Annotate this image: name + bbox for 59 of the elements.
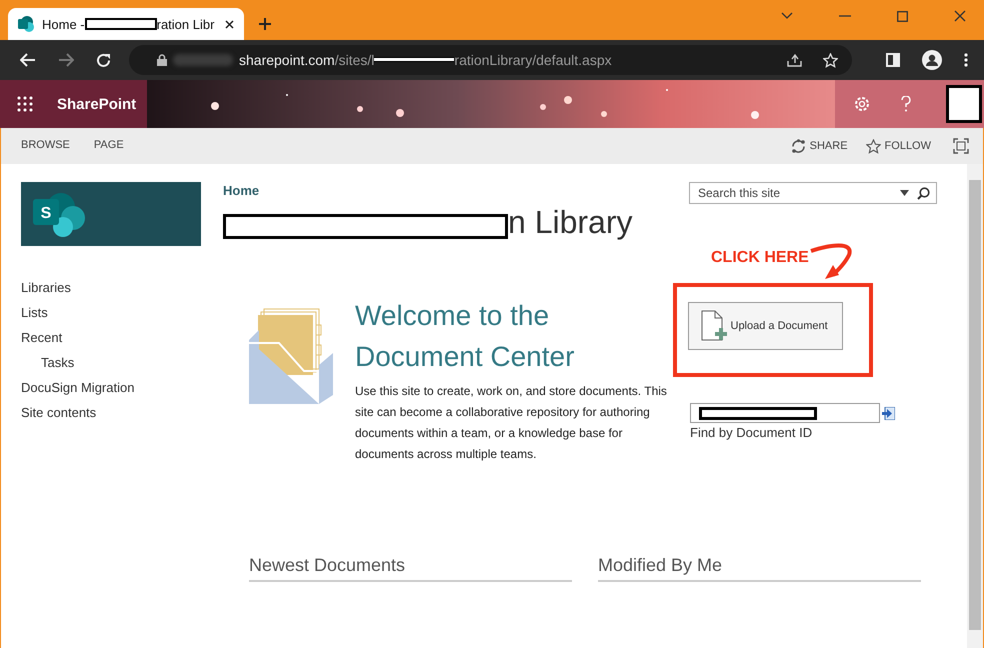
close-icon[interactable] bbox=[225, 20, 234, 28]
search-icon[interactable] bbox=[917, 186, 930, 200]
share-icon[interactable] bbox=[787, 53, 803, 67]
document-id-field[interactable] bbox=[690, 403, 880, 423]
site-logo[interactable]: S bbox=[21, 182, 201, 246]
tab-title: Home - bbox=[42, 16, 85, 32]
search-field[interactable]: Search this site bbox=[689, 182, 937, 204]
app-name[interactable]: SharePoint bbox=[57, 96, 136, 112]
blurred-text bbox=[173, 54, 233, 66]
address-bar[interactable]: sharepoint.com/sites/l rationLibrary/default.aspx bbox=[129, 45, 852, 75]
sharepoint-icon bbox=[18, 16, 34, 32]
dropdown-icon[interactable] bbox=[900, 190, 909, 196]
lock-icon bbox=[157, 54, 167, 66]
settings-icon[interactable] bbox=[853, 95, 871, 113]
nav-link[interactable]: Tasks bbox=[21, 355, 221, 370]
field-label: Find by Document ID bbox=[690, 425, 814, 440]
go-icon[interactable] bbox=[882, 406, 895, 420]
nav-link[interactable]: DocuSign Migration bbox=[21, 380, 221, 395]
breadcrumb-link[interactable]: Home bbox=[223, 183, 260, 198]
section-heading: Newest Documents bbox=[249, 555, 572, 582]
tab-title: ration Libr bbox=[156, 16, 214, 32]
url-text: /sites/l bbox=[334, 52, 374, 68]
site-title: n Library bbox=[508, 204, 632, 241]
help-icon[interactable] bbox=[901, 96, 911, 112]
nav-link[interactable]: Libraries bbox=[21, 280, 221, 295]
focus-icon[interactable] bbox=[953, 138, 969, 154]
url-text: rationLibrary/default.aspx bbox=[454, 52, 612, 68]
side-panel-icon[interactable] bbox=[886, 53, 900, 67]
browser-tab[interactable]: Home - ration Libr bbox=[8, 8, 244, 40]
profile-icon[interactable] bbox=[922, 50, 942, 70]
app-launcher-icon[interactable] bbox=[17, 96, 33, 112]
back-icon[interactable] bbox=[20, 53, 36, 67]
reload-icon[interactable] bbox=[96, 52, 111, 68]
url-text: sharepoint.com bbox=[239, 52, 335, 68]
star-icon bbox=[866, 138, 881, 154]
ribbon-tab[interactable]: BROWSE bbox=[21, 135, 70, 157]
ribbon-tab[interactable]: PAGE bbox=[94, 135, 124, 157]
scroll-thumb[interactable] bbox=[969, 180, 981, 630]
document-add-icon bbox=[700, 310, 726, 342]
sync-icon bbox=[790, 138, 806, 154]
menu-icon[interactable] bbox=[964, 53, 968, 67]
forward-icon[interactable] bbox=[58, 53, 74, 67]
star-icon[interactable] bbox=[823, 52, 838, 68]
nav-link[interactable]: Recent bbox=[21, 330, 221, 345]
annotation-label: CLICK HERE bbox=[711, 249, 809, 267]
upload-button[interactable]: Upload a Document bbox=[688, 302, 842, 350]
section-heading: Modified By Me bbox=[598, 555, 921, 582]
avatar[interactable] bbox=[946, 85, 982, 123]
welcome-heading: Welcome to the Document Center bbox=[355, 299, 576, 374]
new-tab-icon[interactable] bbox=[258, 17, 272, 31]
minimize-icon[interactable] bbox=[839, 15, 851, 17]
nav-link[interactable]: Lists bbox=[21, 305, 221, 320]
welcome-text: Use this site to create, work on, and store documents. This site can become a collaborative repository for authoring documents within a team, or a knowledge base for documents across multiple teams. bbox=[355, 383, 668, 463]
ribbon-action[interactable]: FOLLOW bbox=[866, 138, 931, 154]
nav-link[interactable]: Site contents bbox=[21, 405, 221, 420]
scrollbar[interactable] bbox=[967, 164, 983, 648]
chevron-icon[interactable] bbox=[781, 12, 793, 20]
maximize-icon[interactable] bbox=[897, 10, 908, 22]
ribbon-action[interactable]: SHARE bbox=[790, 138, 848, 154]
